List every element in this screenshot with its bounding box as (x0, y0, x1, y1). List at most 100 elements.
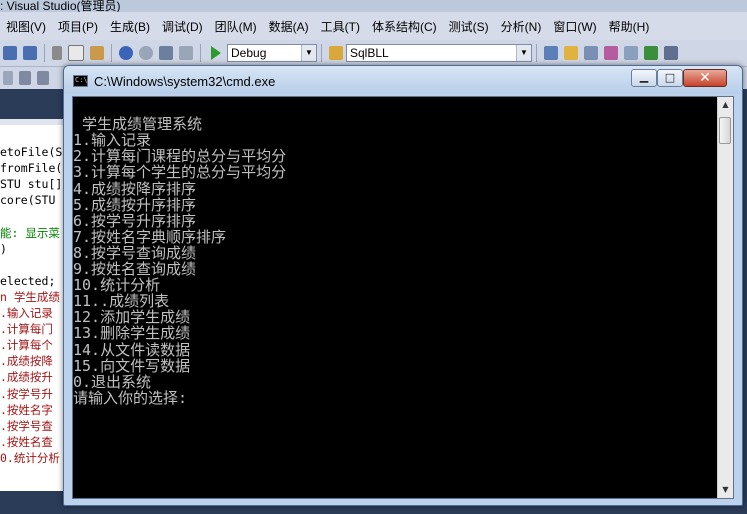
minimize-icon: ▁ (639, 70, 649, 83)
code-line: .计算每门 (0, 322, 53, 337)
outdent-icon[interactable] (37, 71, 49, 85)
console-line: 学生成绩管理系统 (73, 115, 203, 134)
startup-project-combo[interactable]: SqlBLL ▼ (346, 44, 532, 62)
indent-icon[interactable] (19, 71, 31, 85)
find-in-files-icon[interactable] (544, 46, 558, 60)
console-line: 15.向文件写数据 (73, 356, 191, 375)
console-line: 11..成绩列表 (73, 292, 170, 311)
menu-item[interactable]: 工具(T) (315, 18, 366, 35)
editor-ruler (0, 119, 68, 125)
console-line: 9.按姓名查询成绩 (73, 260, 197, 278)
console-line: 4.成绩按降序排序 (73, 179, 197, 198)
scroll-up-icon[interactable]: ▲ (718, 97, 733, 113)
navigate-icon[interactable] (159, 46, 173, 60)
console-line: 8.按学号查询成绩 (73, 243, 197, 262)
cmd-title-bar[interactable]: C:\ C:\Windows\system32\cmd.exe ▁ □ ✕ (64, 66, 742, 94)
close-icon: ✕ (699, 70, 711, 86)
menu-item[interactable]: 项目(P) (52, 18, 104, 35)
ide-title: : Visual Studio(管理员) (0, 0, 121, 12)
console-line: 14.从文件读数据 (73, 340, 191, 359)
console-line: 7.按姓名字典顺序排序 (73, 227, 227, 246)
properties-icon[interactable] (584, 46, 598, 60)
code-line: 0.统计分析 (0, 450, 60, 465)
redo-icon[interactable] (139, 46, 153, 60)
comment-icon[interactable] (3, 71, 13, 85)
ide-title-bar: : Visual Studio(管理员) (0, 0, 747, 12)
toolbar-separator (200, 44, 201, 62)
menu-item[interactable]: 分析(N) (495, 18, 548, 35)
code-line: .成绩按降 (0, 354, 53, 369)
chevron-down-icon[interactable]: ▼ (301, 45, 316, 61)
ide-toolbar: Debug ▼ SqlBLL ▼ (0, 40, 747, 67)
console-output: 学生成绩管理系统 1.输入记录 2.计算每门课程的总分与平均分 3.计算每个学生的总分… (73, 97, 717, 498)
menu-item[interactable]: 视图(V) (0, 18, 52, 35)
menu-item[interactable]: 体系结构(C) (366, 18, 443, 35)
cmd-window-title: C:\Windows\system32\cmd.exe (94, 74, 276, 89)
object-browser-icon[interactable] (604, 46, 618, 60)
toolbox-icon[interactable] (624, 46, 638, 60)
code-editor[interactable]: etoFile(S fromFile(STU stu[], core(STU 能: … (0, 119, 68, 491)
menu-item[interactable]: 生成(B) (104, 18, 156, 35)
find-icon[interactable] (179, 46, 193, 60)
scrollbar-thumb[interactable] (719, 117, 731, 144)
toolbar-separator (321, 44, 322, 62)
save-all-icon[interactable] (23, 46, 37, 60)
menu-item[interactable]: 团队(M) (209, 18, 263, 35)
chevron-down-icon[interactable]: ▼ (516, 45, 531, 61)
save-icon[interactable] (3, 46, 17, 60)
startup-project-value: SqlBLL (350, 46, 389, 60)
paste-icon[interactable] (90, 46, 104, 60)
start-debug-icon[interactable] (211, 46, 221, 60)
code-line: elected; (0, 273, 56, 288)
solution-explorer-icon[interactable] (564, 46, 578, 60)
minimize-button[interactable]: ▁ (631, 69, 657, 87)
console-line: 5.成绩按升序排序 (73, 195, 197, 214)
code-line: .按姓名查 (0, 434, 53, 449)
start-page-icon[interactable] (644, 46, 658, 60)
console-icon[interactable]: C:\ (73, 75, 88, 87)
menu-item[interactable]: 数据(A) (263, 18, 315, 35)
menu-item[interactable]: 测试(S) (443, 18, 495, 35)
close-button[interactable]: ✕ (683, 69, 727, 87)
code-line: core(STU (0, 193, 56, 208)
vertical-scrollbar[interactable]: ▲ ▼ (717, 97, 733, 498)
solution-configuration-combo[interactable]: Debug ▼ (227, 44, 317, 62)
code-line: .成绩按升 (0, 370, 53, 385)
project-icon[interactable] (329, 46, 343, 60)
code-line: .按学号查 (0, 418, 53, 433)
configuration-value: Debug (231, 46, 267, 60)
cmd-window[interactable]: C:\ C:\Windows\system32\cmd.exe ▁ □ ✕ 学生… (63, 65, 743, 506)
menu-item[interactable]: 调试(D) (156, 18, 209, 35)
toolbar-separator (44, 44, 45, 62)
code-line: ) (0, 241, 7, 256)
console-line: 12.添加学生成绩 (73, 308, 191, 327)
code-line: n 学生成绩 (0, 289, 60, 304)
toolbar-separator (111, 44, 112, 62)
undo-icon[interactable] (119, 46, 133, 60)
code-line: etoFile(S (0, 145, 63, 159)
code-line: .按学号升 (0, 386, 53, 401)
ide-menu-bar: 视图(V) 项目(P) 生成(B) 调试(D) 团队(M) 数据(A) 工具(T) 体系结构(… (0, 12, 747, 40)
extension-manager-icon[interactable] (664, 46, 678, 60)
console-line: 3.计算每个学生的总分与平均分 (73, 163, 287, 182)
code-line: STU stu[], (0, 177, 68, 192)
maximize-button[interactable]: □ (657, 69, 683, 87)
cut-icon[interactable] (52, 46, 62, 60)
scroll-down-icon[interactable]: ▼ (718, 482, 733, 498)
console-line: 13.删除学生成绩 (73, 324, 191, 343)
console-area[interactable]: 学生成绩管理系统 1.输入记录 2.计算每门课程的总分与平均分 3.计算每个学生的总分… (72, 96, 734, 499)
code-line: .按姓名字 (0, 402, 53, 417)
toolbar-separator (536, 44, 537, 62)
console-line: 1.输入记录 (73, 131, 152, 150)
console-line: 6.按学号升序排序 (73, 211, 197, 230)
menu-item[interactable]: 窗口(W) (547, 18, 602, 35)
copy-icon[interactable] (68, 45, 84, 61)
console-line: 0.退出系统 (73, 372, 152, 391)
code-line: .计算每个 (0, 338, 53, 353)
code-line: 能: 显示菜 (0, 225, 60, 240)
code-line: .输入记录 (0, 306, 53, 320)
console-line: 2.计算每门课程的总分与平均分 (73, 147, 287, 166)
maximize-icon: □ (664, 71, 676, 84)
code-line: fromFile( (0, 161, 63, 176)
menu-item[interactable]: 帮助(H) (603, 18, 656, 35)
